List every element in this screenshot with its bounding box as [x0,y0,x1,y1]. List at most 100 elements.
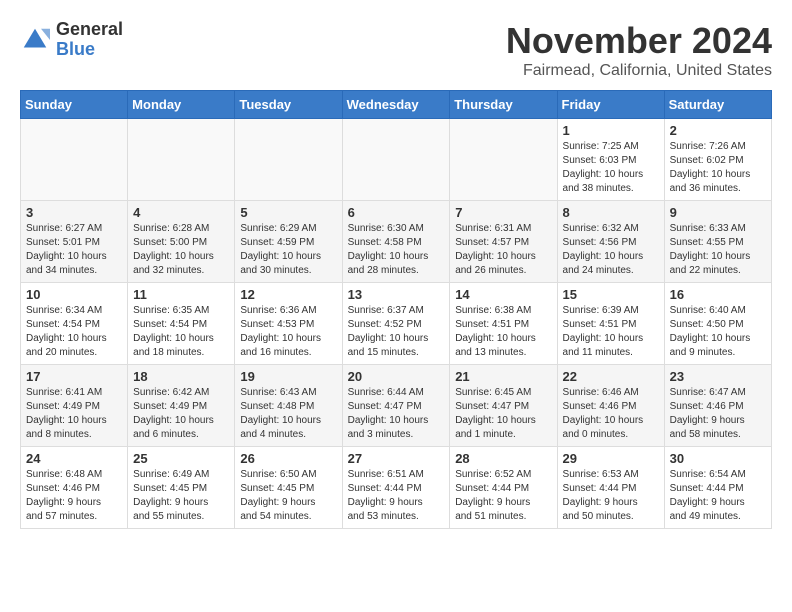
day-number: 20 [348,369,445,384]
calendar-cell: 11 Sunrise: 6:35 AM Sunset: 4:54 PM Dayli… [128,283,235,365]
calendar-table: SundayMondayTuesdayWednesdayThursdayFrid… [20,90,772,529]
calendar-body: 1 Sunrise: 7:25 AM Sunset: 6:03 PM Daylig… [21,119,772,529]
weekday-header-wednesday: Wednesday [342,91,450,119]
month-title: November 2024 [506,20,772,62]
day-info: Sunrise: 6:34 AM Sunset: 4:54 PM Dayligh… [26,304,122,360]
calendar-cell: 21Sunrise: 6:45 AM Sunset: 4:47 PM Dayli… [450,365,557,447]
day-info: Sunrise: 7:25 AM Sunset: 6:03 PM Dayligh… [563,140,659,196]
day-info: Sunrise: 6:50 AM Sunset: 4:45 PM Dayligh… [240,468,336,524]
calendar-cell [235,119,342,201]
day-number: 11 [133,287,229,302]
calendar-cell: 7 Sunrise: 6:31 AM Sunset: 4:57 PM Daylig… [450,201,557,283]
day-number: 6 [348,205,445,220]
day-number: 7 [455,205,551,220]
calendar-cell [21,119,128,201]
day-number: 5 [240,205,336,220]
day-number: 27 [348,451,445,466]
day-number: 18 [133,369,229,384]
weekday-header-saturday: Saturday [664,91,771,119]
calendar-cell: 29 Sunrise: 6:53 AM Sunset: 4:44 PM Dayli… [557,447,664,529]
day-number: 4 [133,205,229,220]
calendar-cell: 10 Sunrise: 6:34 AM Sunset: 4:54 PM Dayli… [21,283,128,365]
day-info: Sunrise: 6:46 AM Sunset: 4:46 PM Dayligh… [563,386,659,442]
weekday-header-sunday: Sunday [21,91,128,119]
day-number: 24 [26,451,122,466]
day-info: Sunrise: 6:39 AM Sunset: 4:51 PM Dayligh… [563,304,659,360]
calendar-cell: 3 Sunrise: 6:27 AM Sunset: 5:01 PM Daylig… [21,201,128,283]
day-number: 13 [348,287,445,302]
logo-icon [20,25,50,55]
logo-blue: Blue [56,40,123,60]
weekday-header-friday: Friday [557,91,664,119]
day-info: Sunrise: 6:43 AM Sunset: 4:48 PM Dayligh… [240,386,336,442]
calendar-cell: 5 Sunrise: 6:29 AM Sunset: 4:59 PM Daylig… [235,201,342,283]
calendar-cell: 9Sunrise: 6:33 AM Sunset: 4:55 PM Daylig… [664,201,771,283]
day-number: 25 [133,451,229,466]
day-number: 1 [563,123,659,138]
day-info: Sunrise: 6:48 AM Sunset: 4:46 PM Dayligh… [26,468,122,524]
logo-text: General Blue [56,20,123,60]
day-number: 17 [26,369,122,384]
day-number: 8 [563,205,659,220]
calendar-cell: 8 Sunrise: 6:32 AM Sunset: 4:56 PM Daylig… [557,201,664,283]
day-info: Sunrise: 6:40 AM Sunset: 4:50 PM Dayligh… [670,304,766,360]
day-info: Sunrise: 6:32 AM Sunset: 4:56 PM Dayligh… [563,222,659,278]
calendar-cell: 24 Sunrise: 6:48 AM Sunset: 4:46 PM Dayli… [21,447,128,529]
day-number: 15 [563,287,659,302]
day-number: 9 [670,205,766,220]
calendar-cell: 13 Sunrise: 6:37 AM Sunset: 4:52 PM Dayli… [342,283,450,365]
day-info: Sunrise: 6:28 AM Sunset: 5:00 PM Dayligh… [133,222,229,278]
calendar-cell: 30 Sunrise: 6:54 AM Sunset: 4:44 PM Dayli… [664,447,771,529]
day-info: Sunrise: 6:54 AM Sunset: 4:44 PM Dayligh… [670,468,766,524]
day-number: 14 [455,287,551,302]
day-info: Sunrise: 6:36 AM Sunset: 4:53 PM Dayligh… [240,304,336,360]
day-info: Sunrise: 6:31 AM Sunset: 4:57 PM Dayligh… [455,222,551,278]
calendar-week-3: 10 Sunrise: 6:34 AM Sunset: 4:54 PM Dayli… [21,283,772,365]
day-number: 22 [563,369,659,384]
day-number: 29 [563,451,659,466]
day-info: Sunrise: 6:27 AM Sunset: 5:01 PM Dayligh… [26,222,122,278]
calendar-cell: 22 Sunrise: 6:46 AM Sunset: 4:46 PM Dayli… [557,365,664,447]
day-number: 12 [240,287,336,302]
day-info: Sunrise: 6:38 AM Sunset: 4:51 PM Dayligh… [455,304,551,360]
calendar-cell: 6Sunrise: 6:30 AM Sunset: 4:58 PM Daylig… [342,201,450,283]
calendar-cell: 23 Sunrise: 6:47 AM Sunset: 4:46 PM Dayli… [664,365,771,447]
day-info: Sunrise: 7:26 AM Sunset: 6:02 PM Dayligh… [670,140,766,196]
page-header: General Blue November 2024 Fairmead, Cal… [20,20,772,80]
location-title: Fairmead, California, United States [506,62,772,80]
day-info: Sunrise: 6:37 AM Sunset: 4:52 PM Dayligh… [348,304,445,360]
day-number: 3 [26,205,122,220]
day-number: 16 [670,287,766,302]
day-info: Sunrise: 6:35 AM Sunset: 4:54 PM Dayligh… [133,304,229,360]
day-number: 19 [240,369,336,384]
weekday-header-tuesday: Tuesday [235,91,342,119]
calendar-cell: 25 Sunrise: 6:49 AM Sunset: 4:45 PM Dayli… [128,447,235,529]
calendar-week-2: 3 Sunrise: 6:27 AM Sunset: 5:01 PM Daylig… [21,201,772,283]
day-number: 2 [670,123,766,138]
weekday-header-thursday: Thursday [450,91,557,119]
logo: General Blue [20,20,123,60]
calendar-cell: 19 Sunrise: 6:43 AM Sunset: 4:48 PM Dayli… [235,365,342,447]
day-info: Sunrise: 6:52 AM Sunset: 4:44 PM Dayligh… [455,468,551,524]
calendar-cell: 20 Sunrise: 6:44 AM Sunset: 4:47 PM Dayli… [342,365,450,447]
day-info: Sunrise: 6:47 AM Sunset: 4:46 PM Dayligh… [670,386,766,442]
weekday-header-monday: Monday [128,91,235,119]
calendar-cell [342,119,450,201]
calendar-cell: 4 Sunrise: 6:28 AM Sunset: 5:00 PM Daylig… [128,201,235,283]
day-number: 30 [670,451,766,466]
calendar-header-row: SundayMondayTuesdayWednesdayThursdayFrid… [21,91,772,119]
day-number: 10 [26,287,122,302]
calendar-cell: 15 Sunrise: 6:39 AM Sunset: 4:51 PM Dayli… [557,283,664,365]
calendar-cell [128,119,235,201]
calendar-cell: 18Sunrise: 6:42 AM Sunset: 4:49 PM Dayli… [128,365,235,447]
day-info: Sunrise: 6:41 AM Sunset: 4:49 PM Dayligh… [26,386,122,442]
day-info: Sunrise: 6:45 AM Sunset: 4:47 PM Dayligh… [455,386,551,442]
day-number: 23 [670,369,766,384]
day-info: Sunrise: 6:29 AM Sunset: 4:59 PM Dayligh… [240,222,336,278]
logo-general: General [56,20,123,40]
day-info: Sunrise: 6:44 AM Sunset: 4:47 PM Dayligh… [348,386,445,442]
day-info: Sunrise: 6:53 AM Sunset: 4:44 PM Dayligh… [563,468,659,524]
calendar-cell: 12 Sunrise: 6:36 AM Sunset: 4:53 PM Dayli… [235,283,342,365]
day-info: Sunrise: 6:49 AM Sunset: 4:45 PM Dayligh… [133,468,229,524]
calendar-week-1: 1 Sunrise: 7:25 AM Sunset: 6:03 PM Daylig… [21,119,772,201]
